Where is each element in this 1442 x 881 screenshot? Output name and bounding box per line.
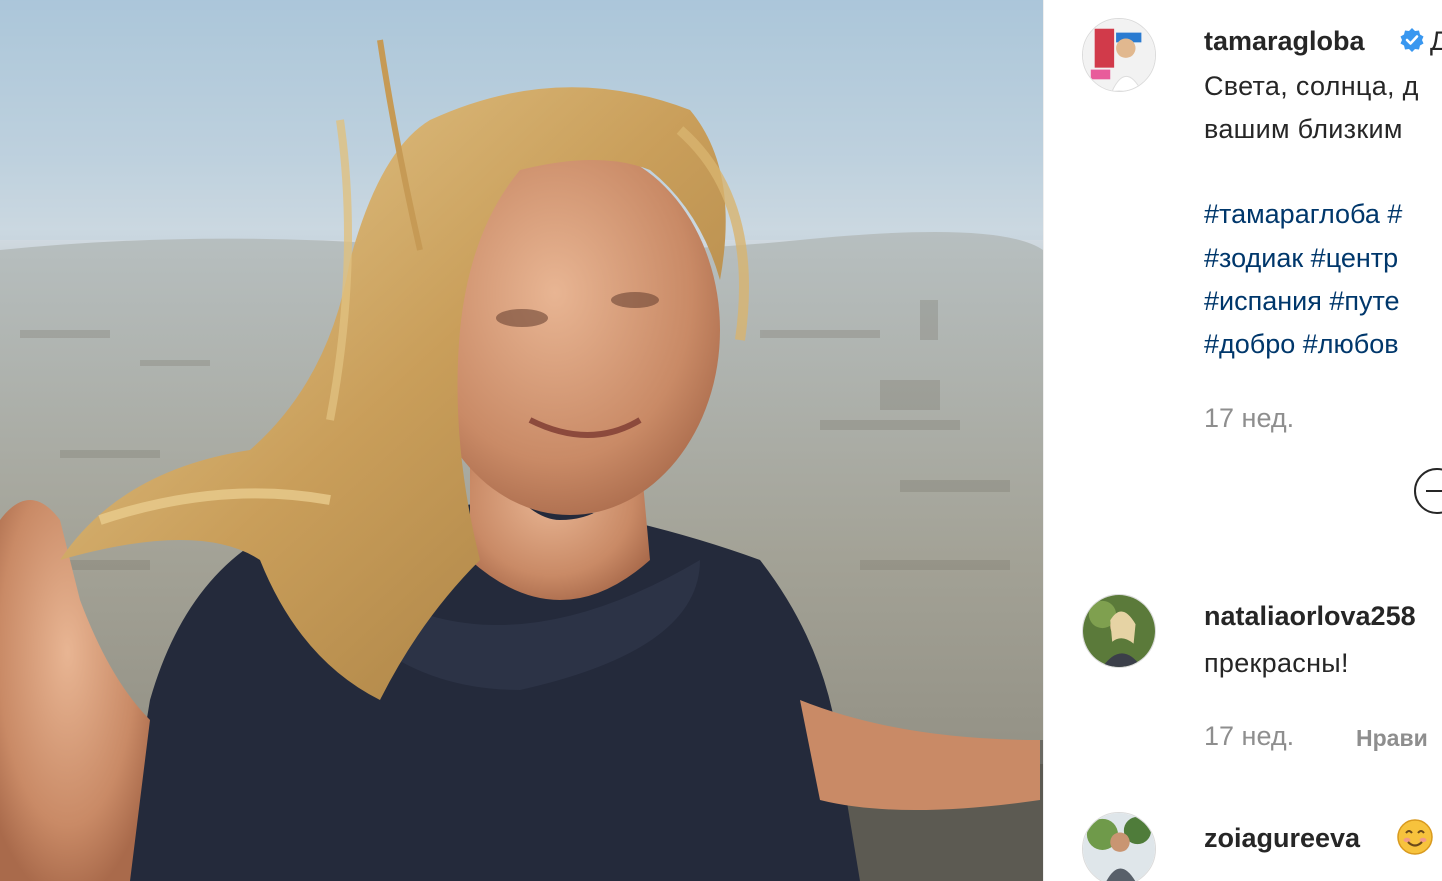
hashtag-line-1[interactable]: #тамараглоба # (1204, 199, 1402, 230)
comment-timestamp[interactable]: 17 нед. (1204, 721, 1294, 752)
comment-like-link[interactable]: Нрави (1356, 725, 1428, 752)
hashtag-line-3[interactable]: #испания #путе (1204, 286, 1400, 317)
commenter-avatar[interactable] (1082, 812, 1156, 881)
author-username[interactable]: tamaragloba (1204, 26, 1365, 57)
caption-line-2: вашим близким (1204, 114, 1403, 144)
post-side-panel: tamaragloba Д Света, солнца, д вашим бли… (1044, 0, 1442, 881)
post-timestamp[interactable]: 17 нед. (1204, 403, 1294, 434)
comment-username[interactable]: nataliaorlova258 (1204, 601, 1416, 632)
smiling-emoji-icon (1397, 819, 1433, 855)
post-photo-illustration (0, 0, 1043, 881)
commenter-avatar[interactable] (1082, 594, 1156, 668)
comment-username[interactable]: zoiagureeva (1204, 823, 1360, 854)
more-replies-icon[interactable] (1414, 468, 1442, 514)
post-photo[interactable] (0, 0, 1043, 881)
caption-overflow: Д (1430, 26, 1442, 56)
hashtag-line-2[interactable]: #зодиак #центр (1204, 243, 1398, 274)
caption-line-1: Света, солнца, д (1204, 71, 1419, 101)
comment-text: прекрасны! (1204, 648, 1349, 678)
author-avatar[interactable] (1082, 18, 1156, 92)
hashtag-line-4[interactable]: #добро #любов (1204, 329, 1399, 360)
verified-badge-icon (1400, 28, 1424, 52)
